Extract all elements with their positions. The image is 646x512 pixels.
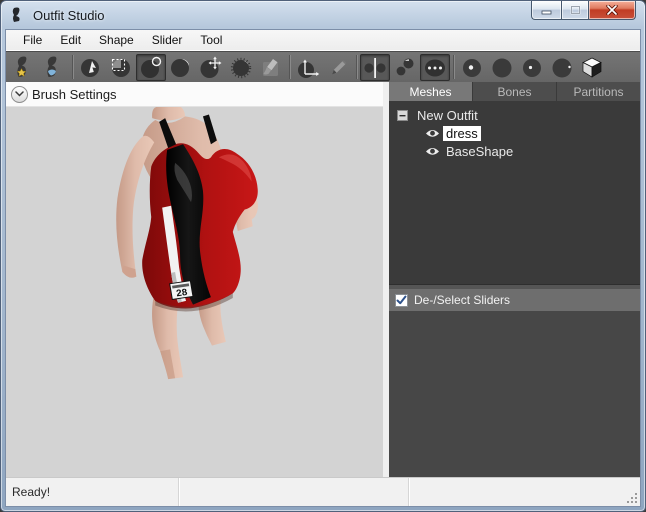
load-reference-button[interactable] (39, 54, 69, 81)
menu-edit[interactable]: Edit (51, 31, 90, 49)
transform-tool-button[interactable] (293, 54, 323, 81)
close-icon (606, 5, 618, 15)
brush-falloff-edge-icon (550, 55, 574, 79)
mesh-tabs: Meshes Bones Partitions (389, 82, 640, 101)
brush-settings-label: Brush Settings (32, 87, 117, 102)
window-title: Outfit Studio (33, 8, 105, 23)
toggle-textures-button[interactable] (577, 54, 607, 81)
connected-vertices-icon (393, 55, 417, 79)
collapse-minus-icon[interactable] (397, 110, 408, 121)
toolbar-separator (289, 55, 290, 79)
brush-settings-header: Brush Settings (6, 82, 383, 107)
deselect-sliders-checkbox[interactable] (395, 294, 408, 307)
x-mirror-toggle-button[interactable] (360, 54, 390, 81)
tab-bones[interactable]: Bones (473, 82, 557, 101)
minimize-button[interactable] (531, 1, 561, 20)
load-reference-icon (42, 55, 66, 79)
tree-item-label[interactable]: BaseShape (443, 144, 516, 159)
pencil-tool-button[interactable] (323, 54, 353, 81)
toolbar-separator (356, 55, 357, 79)
statusbar: Ready! (6, 477, 640, 506)
status-field-2 (179, 478, 409, 506)
load-project-button[interactable] (9, 54, 39, 81)
tree-root-label: New Outfit (414, 108, 481, 123)
toolbar-separator (72, 55, 73, 79)
load-project-icon (12, 55, 36, 79)
main-content: Brush Settings (6, 82, 640, 477)
deflate-brush-icon (169, 55, 193, 79)
menubar: File Edit Shape Slider Tool (6, 30, 640, 51)
brush-falloff-center-icon (460, 55, 484, 79)
slider-list[interactable] (389, 311, 640, 477)
select-tool-icon (79, 55, 103, 79)
transform-tool-icon (296, 55, 320, 79)
model-number-patch: 28 (170, 281, 193, 300)
brush-falloff-small-icon (520, 55, 544, 79)
paint-brush-button[interactable] (256, 54, 286, 81)
toolbar (6, 51, 640, 82)
slider-header: De-/Select Sliders (389, 289, 640, 311)
mask-brush-button[interactable] (106, 54, 136, 81)
smooth-brush-icon (229, 55, 253, 79)
inflate-brush-icon (139, 55, 163, 79)
restore-icon (570, 5, 581, 15)
global-brush-toggle-icon (423, 55, 447, 79)
restore-button[interactable] (561, 1, 589, 20)
resize-grip[interactable] (626, 492, 638, 504)
mesh-tree: New Outfit dress Bas (389, 101, 640, 284)
brush-falloff-none-button[interactable] (487, 54, 517, 81)
global-brush-toggle-button[interactable] (420, 54, 450, 81)
select-tool-button[interactable] (76, 54, 106, 81)
brush-falloff-edge-button[interactable] (547, 54, 577, 81)
left-panel: Brush Settings (6, 82, 383, 477)
tab-meshes[interactable]: Meshes (389, 82, 473, 101)
chevron-down-icon (15, 91, 24, 97)
brush-falloff-center-button[interactable] (457, 54, 487, 81)
status-field-3 (409, 478, 640, 506)
menu-file[interactable]: File (14, 31, 51, 49)
toggle-textures-icon (580, 55, 604, 79)
mask-brush-icon (109, 55, 133, 79)
model-render: 28 (6, 107, 383, 477)
deflate-brush-button[interactable] (166, 54, 196, 81)
checkmark-icon (396, 295, 407, 305)
visibility-eye-icon[interactable] (425, 145, 440, 157)
visibility-eye-icon[interactable] (425, 127, 440, 139)
brush-falloff-none-icon (490, 55, 514, 79)
connected-vertices-button[interactable] (390, 54, 420, 81)
minimize-icon (541, 6, 552, 15)
brush-settings-collapse-button[interactable] (11, 86, 28, 103)
menu-slider[interactable]: Slider (143, 31, 192, 49)
inflate-brush-button[interactable] (136, 54, 166, 81)
smooth-brush-button[interactable] (226, 54, 256, 81)
window-controls (531, 1, 636, 20)
tree-item-baseshape[interactable]: BaseShape (397, 142, 640, 160)
menu-shape[interactable]: Shape (90, 31, 143, 49)
pencil-tool-icon (326, 55, 350, 79)
move-brush-icon (199, 55, 223, 79)
viewport-3d[interactable]: 28 (6, 107, 383, 477)
menu-tool[interactable]: Tool (191, 31, 231, 49)
app-icon (10, 7, 26, 23)
outfit-studio-window: Outfit Studio File Edit Shape Sl (0, 0, 646, 512)
right-panel: Meshes Bones Partitions New Outfit (389, 82, 640, 477)
tree-item-label[interactable]: dress (443, 126, 481, 141)
toolbar-separator (453, 55, 454, 79)
tab-partitions[interactable]: Partitions (557, 82, 640, 101)
move-brush-button[interactable] (196, 54, 226, 81)
brush-falloff-small-button[interactable] (517, 54, 547, 81)
tree-root-row[interactable]: New Outfit (397, 106, 640, 124)
status-message: Ready! (6, 478, 179, 506)
client-area: File Edit Shape Slider Tool (5, 29, 641, 507)
x-mirror-toggle-icon (363, 55, 387, 79)
status-text: Ready! (12, 485, 50, 499)
paint-brush-icon (259, 55, 283, 79)
close-button[interactable] (589, 1, 636, 20)
tree-item-dress[interactable]: dress (397, 124, 640, 142)
slider-header-label: De-/Select Sliders (414, 293, 510, 307)
